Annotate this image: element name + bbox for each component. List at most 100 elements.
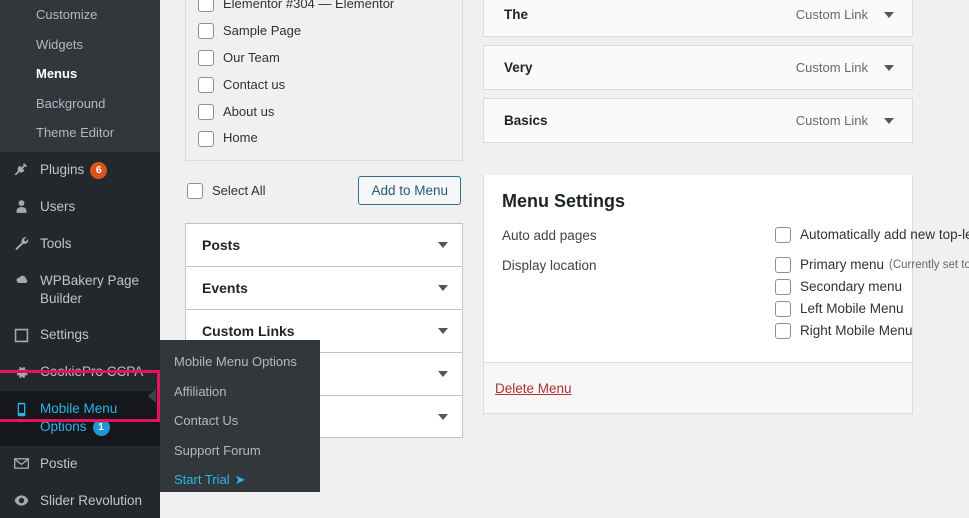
sidebar-subitem-theme-editor[interactable]: Theme Editor bbox=[0, 118, 160, 148]
sidebar-subitem-menus[interactable]: Menus bbox=[0, 59, 160, 89]
accordion-row-events[interactable]: Events bbox=[185, 266, 463, 310]
sidebar-item-users[interactable]: Users bbox=[0, 189, 160, 226]
sidebar-item-label: Postie bbox=[40, 455, 78, 471]
flyout-item-contact-us[interactable]: Contact Us bbox=[160, 406, 320, 436]
list-item[interactable]: Home bbox=[198, 125, 450, 152]
option-label: Automatically add new top-lev bbox=[800, 227, 969, 243]
flyout-item-label: Start Trial bbox=[174, 472, 230, 487]
checkbox-select-all[interactable] bbox=[187, 182, 203, 199]
checkbox-secondary-menu[interactable] bbox=[775, 278, 791, 295]
plugin-icon bbox=[11, 160, 31, 180]
sidebar-item-plugins[interactable]: Plugins 6 bbox=[0, 152, 160, 189]
plugins-count-badge: 6 bbox=[90, 161, 108, 179]
checkbox-right-mobile-menu[interactable] bbox=[775, 322, 791, 339]
menu-structure-column: The Custom Link Very Custom Link Basics … bbox=[483, 0, 913, 151]
chevron-down-icon[interactable] bbox=[438, 328, 448, 335]
sidebar-item-label: Settings bbox=[40, 327, 89, 343]
menu-settings-panel: Menu Settings Auto add pages Automatical… bbox=[483, 175, 969, 374]
admin-screen: Customize Widgets Menus Background Theme… bbox=[0, 0, 969, 518]
add-to-menu-button[interactable]: Add to Menu bbox=[358, 176, 461, 206]
sidebar-item-postie[interactable]: Postie bbox=[0, 446, 160, 483]
mobile-menu-options-flyout: Mobile Menu Options Affiliation Contact … bbox=[160, 340, 320, 492]
chevron-down-icon[interactable] bbox=[438, 285, 448, 292]
sidebar-item-tools[interactable]: Tools bbox=[0, 226, 160, 263]
sidebar-item-label: CookiePro CCPA bbox=[40, 364, 144, 380]
auto-add-pages-label: Auto add pages bbox=[502, 227, 597, 243]
menu-item-row-the[interactable]: The Custom Link bbox=[483, 0, 913, 37]
location-option-secondary-menu[interactable]: Secondary menu bbox=[775, 278, 969, 295]
list-item[interactable]: About us bbox=[198, 99, 450, 126]
chevron-down-icon[interactable] bbox=[884, 117, 894, 124]
accordion-row-posts[interactable]: Posts bbox=[185, 223, 463, 267]
list-item[interactable]: Contact us bbox=[198, 72, 450, 99]
mobile-icon bbox=[11, 399, 31, 419]
checkbox-our-team[interactable] bbox=[198, 50, 214, 67]
sidebar-item-settings[interactable]: Settings bbox=[0, 317, 160, 354]
checkbox-auto-add-pages[interactable] bbox=[775, 226, 791, 243]
list-item-label: Elementor #304 — Elementor bbox=[223, 0, 395, 11]
option-label: Right Mobile Menu bbox=[800, 323, 913, 339]
sidebar-item-cookiepro-ccpa[interactable]: CookiePro CCPA bbox=[0, 354, 160, 391]
sidebar-subitem-background[interactable]: Background bbox=[0, 89, 160, 119]
checkbox-home[interactable] bbox=[198, 130, 214, 147]
menu-item-type: Custom Link bbox=[795, 60, 868, 75]
select-all-control[interactable]: Select All bbox=[187, 182, 265, 199]
list-item[interactable]: Elementor #304 — Elementor bbox=[198, 0, 450, 18]
checkbox-sample-page[interactable] bbox=[198, 23, 214, 40]
sidebar-item-label: Users bbox=[40, 198, 76, 214]
location-option-right-mobile-menu[interactable]: Right Mobile Menu bbox=[775, 322, 969, 339]
gear-icon bbox=[11, 362, 31, 382]
checkbox-about-us[interactable] bbox=[198, 104, 214, 120]
location-option-primary-menu[interactable]: Primary menu (Currently set to: M bbox=[775, 256, 969, 273]
menu-item-row-very[interactable]: Very Custom Link bbox=[483, 45, 913, 90]
sidebar-item-label: WPBakery Page Builder bbox=[40, 272, 140, 306]
sidebar-item-slider-revolution[interactable]: Slider Revolution bbox=[0, 483, 160, 518]
menu-item-type: Custom Link bbox=[795, 7, 868, 22]
list-item-label: About us bbox=[223, 103, 275, 119]
location-option-left-mobile-menu[interactable]: Left Mobile Menu bbox=[775, 300, 969, 317]
menu-settings-title: Menu Settings bbox=[502, 191, 626, 211]
option-note: (Currently set to: M bbox=[889, 258, 969, 271]
option-label: Primary menu bbox=[800, 257, 885, 273]
accordion-label: Posts bbox=[202, 237, 241, 254]
appearance-submenu: Customize Widgets Menus Background Theme… bbox=[0, 0, 160, 152]
auto-add-pages-option[interactable]: Automatically add new top-lev bbox=[775, 226, 969, 243]
flyout-item-mobile-menu-options[interactable]: Mobile Menu Options bbox=[160, 347, 320, 377]
arrow-right-icon: ➤ bbox=[234, 472, 246, 487]
checkbox-contact-us[interactable] bbox=[198, 77, 214, 94]
menu-item-row-basics[interactable]: Basics Custom Link bbox=[483, 98, 913, 143]
flyout-item-affiliation[interactable]: Affiliation bbox=[160, 377, 320, 407]
cloud-icon bbox=[11, 271, 31, 291]
list-item-label: Home bbox=[223, 130, 258, 146]
sidebar-subitem-widgets[interactable]: Widgets bbox=[0, 30, 160, 60]
sidebar-item-label: Tools bbox=[40, 235, 72, 251]
sidebar-item-label: Slider Revolution bbox=[40, 492, 143, 508]
chevron-down-icon[interactable] bbox=[884, 64, 894, 71]
chevron-down-icon[interactable] bbox=[438, 413, 448, 420]
menu-item-title: Basics bbox=[504, 113, 548, 128]
display-location-group: Display location Primary menu (Currently… bbox=[492, 256, 969, 339]
delete-menu-link[interactable]: Delete Menu bbox=[495, 381, 572, 396]
option-label: Secondary menu bbox=[800, 279, 903, 295]
sidebar-subitem-customize[interactable]: Customize bbox=[0, 0, 160, 30]
list-item[interactable]: Our Team bbox=[198, 45, 450, 72]
list-item[interactable]: Sample Page bbox=[198, 18, 450, 45]
accordion-label: Events bbox=[202, 280, 248, 297]
sidebar-item-mobile-menu-options[interactable]: Mobile Menu Options 1 bbox=[0, 391, 160, 446]
sliders-icon bbox=[11, 325, 31, 345]
sidebar-item-wpbakery-page-builder[interactable]: WPBakery Page Builder bbox=[0, 263, 160, 317]
option-label: Left Mobile Menu bbox=[800, 301, 904, 317]
flyout-item-support-forum[interactable]: Support Forum bbox=[160, 436, 320, 466]
list-item-label: Sample Page bbox=[223, 22, 302, 38]
pages-checkbox-list: Elementor #304 — Elementor Sample Page O… bbox=[185, 0, 463, 162]
flyout-pointer-arrow bbox=[148, 389, 156, 403]
checkbox-elementor-304[interactable] bbox=[198, 0, 214, 13]
checkbox-left-mobile-menu[interactable] bbox=[775, 300, 791, 317]
chevron-down-icon[interactable] bbox=[438, 371, 448, 378]
mobile-menu-count-badge: 1 bbox=[92, 419, 110, 437]
chevron-down-icon[interactable] bbox=[438, 242, 448, 249]
checkbox-primary-menu[interactable] bbox=[775, 256, 791, 273]
flyout-item-start-trial[interactable]: Start Trial ➤ bbox=[160, 465, 320, 495]
chevron-down-icon[interactable] bbox=[884, 11, 894, 18]
menu-item-title: The bbox=[504, 7, 529, 22]
